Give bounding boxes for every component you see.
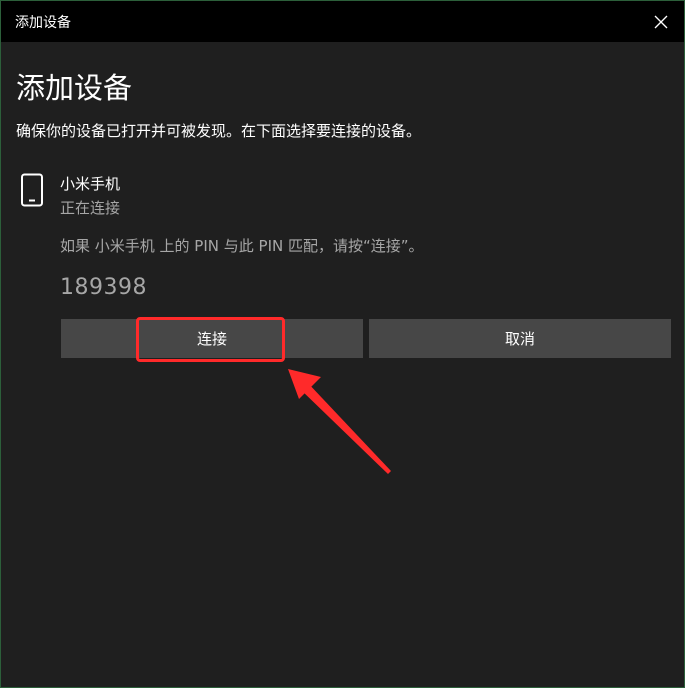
title-bar: 添加设备 bbox=[1, 1, 684, 42]
cancel-button[interactable]: 取消 bbox=[369, 319, 671, 358]
phone-icon bbox=[21, 173, 43, 207]
pin-message: 如果 小米手机 上的 PIN 与此 PIN 匹配，请按“连接”。 bbox=[60, 237, 424, 255]
instructions-text: 确保你的设备已打开并可被发现。在下面选择要连接的设备。 bbox=[16, 122, 422, 140]
device-status: 正在连接 bbox=[60, 199, 121, 217]
add-device-window: 添加设备 添加设备 确保你的设备已打开并可被发现。在下面选择要连接的设备。 小米… bbox=[0, 0, 685, 688]
page-title: 添加设备 bbox=[16, 71, 133, 105]
close-button[interactable] bbox=[638, 1, 684, 42]
device-name: 小米手机 bbox=[60, 175, 121, 193]
window-title: 添加设备 bbox=[15, 15, 71, 31]
close-icon bbox=[654, 15, 668, 28]
connect-button[interactable]: 连接 bbox=[61, 319, 363, 358]
pin-code: 189398 bbox=[60, 275, 147, 300]
